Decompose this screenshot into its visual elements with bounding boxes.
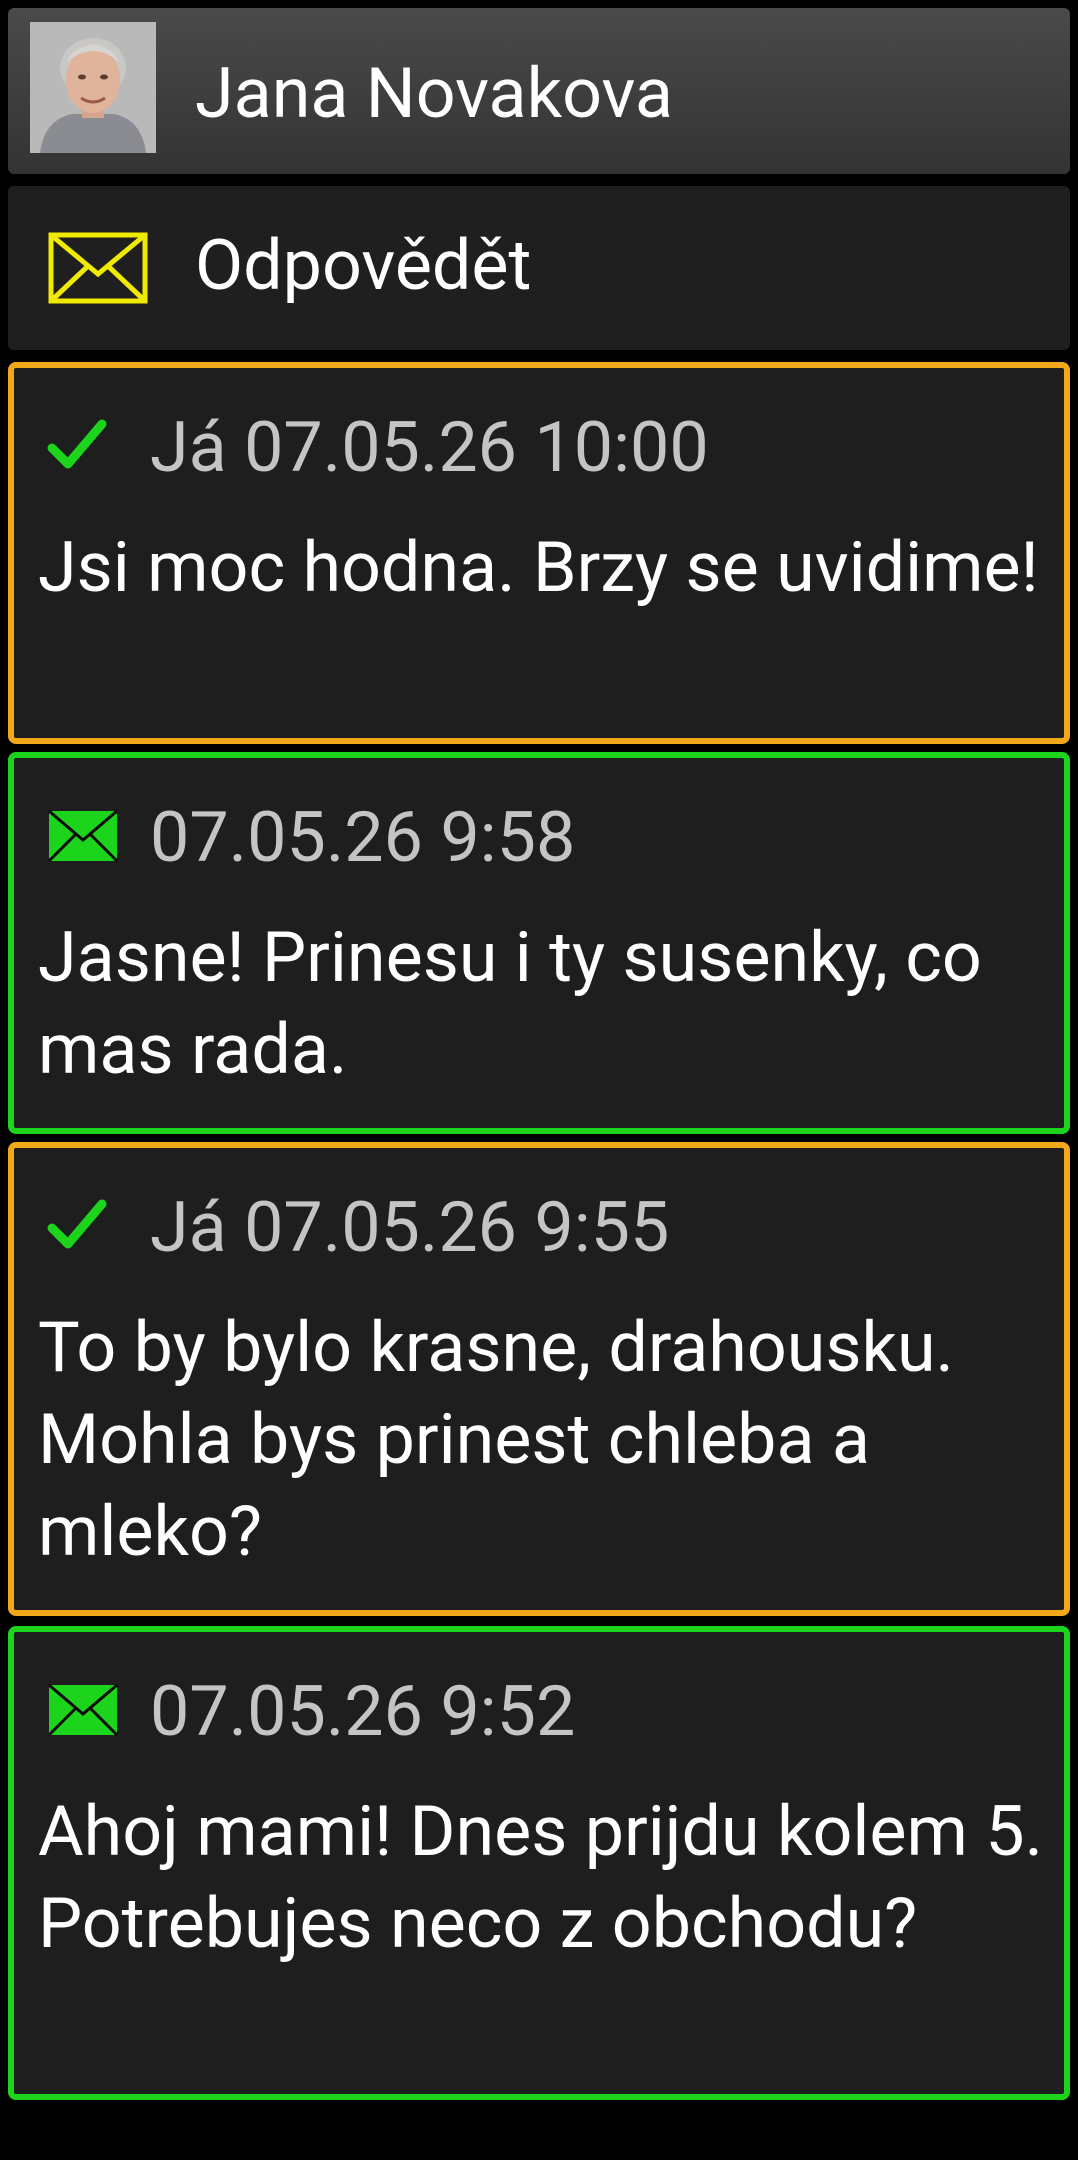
message-received[interactable]: 07.05.26 9:52 Ahoj mami! Dnes prijdu kol… <box>8 1626 1070 2100</box>
reply-button[interactable]: Odpovědět <box>8 186 1070 350</box>
message-header: Já 07.05.26 10:00 <box>14 368 1064 508</box>
message-received[interactable]: 07.05.26 9:58 Jasne! Prinesu i ty susenk… <box>8 752 1070 1134</box>
message-meta: Já 07.05.26 9:55 <box>150 1187 670 1269</box>
message-meta: 07.05.26 9:52 <box>150 1671 576 1753</box>
message-text: Ahoj mami! Dnes prijdu kolem 5. Potrebuj… <box>38 1791 1044 1965</box>
envelope-icon <box>47 809 119 863</box>
envelope-icon <box>48 232 148 304</box>
reply-label: Odpovědět <box>195 225 532 307</box>
message-sent[interactable]: Já 07.05.26 9:55 To by bylo krasne, drah… <box>8 1142 1070 1616</box>
message-text: To by bylo krasne, drahousku. Mohla bys … <box>38 1307 955 1573</box>
message-text: Jasne! Prinesu i ty susenky, co mas rada… <box>38 917 982 1091</box>
message-header: 07.05.26 9:52 <box>14 1632 1064 1772</box>
check-icon <box>47 1199 107 1249</box>
envelope-icon <box>47 1683 119 1737</box>
message-header: Já 07.05.26 9:55 <box>14 1148 1064 1288</box>
message-text: Jsi moc hodna. Brzy se uvidime! <box>38 527 1039 609</box>
message-header: 07.05.26 9:58 <box>14 758 1064 898</box>
conversation-header: Jana Novakova <box>8 8 1070 174</box>
check-icon <box>47 419 107 469</box>
message-meta: 07.05.26 9:58 <box>150 797 576 879</box>
contact-name: Jana Novakova <box>195 53 673 135</box>
message-meta: Já 07.05.26 10:00 <box>150 407 709 489</box>
message-sent[interactable]: Já 07.05.26 10:00 Jsi moc hodna. Brzy se… <box>8 362 1070 744</box>
avatar <box>30 22 156 153</box>
avatar-portrait <box>30 22 156 153</box>
